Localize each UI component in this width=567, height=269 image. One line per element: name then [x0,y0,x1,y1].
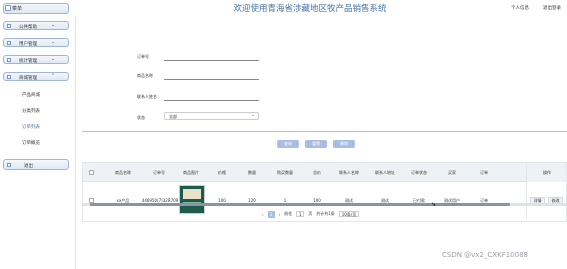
sidebar-item-category-list[interactable]: 分类列表 [22,108,40,114]
search-button[interactable]: 查询 [277,140,299,148]
divider [82,131,567,132]
operations-column: 操作 详情 修改 [526,163,566,219]
sidebar: 公共帮助 ⌄ 用户管理 ⌄ 统计管理 ⌄ 商城管理 ⌃ 产品商城 分类列表 订单… [0,17,76,269]
sidebar-group-label: 公共帮助 [19,24,37,30]
sidebar-logout-label: 退出 [24,163,33,169]
table-header: 商品名称 订单号 商品图片 价格 数量 购买数量 总价 联系人名称 联系人地址 … [83,163,566,182]
logout-icon [7,163,11,167]
status-label: 状态 [137,115,145,120]
logout-link[interactable]: 退出登录 [543,5,561,11]
sidebar-group-label: 商城管理 [19,75,37,81]
sidebar-logout-button[interactable]: 退出 [3,159,69,170]
watermark: CSDN @vx2_CXKF10088 [442,251,528,259]
column-header: 商品名称 [115,170,131,175]
top-links: 个人信息 退出登录 [511,5,561,11]
sidebar-group-help[interactable]: 公共帮助 ⌄ [3,21,69,30]
operations-header: 操作 [527,163,566,182]
scrollbar-thumb[interactable] [90,203,510,206]
product-image [179,185,205,214]
sidebar-group-mall[interactable]: 商城管理 ⌃ [3,72,69,81]
chevron-down-icon: ⌄ [51,22,56,28]
order-no-input[interactable] [164,55,259,61]
chevron-down-icon: ⌄ [51,39,56,45]
sidebar-group-users[interactable]: 用户管理 ⌄ [3,38,69,47]
total-count: 共计共1条 [316,211,335,216]
goto-page-input[interactable]: 1 [296,211,305,217]
order-no-label: 订单号 [137,54,149,59]
page-suffix: 页 [308,211,313,216]
top-bar: 菜单 欢迎使用青海省涉藏地区牧产品销售系统 个人信息 退出登录 [0,0,567,17]
sidebar-item-order-overview[interactable]: 订单概览 [22,140,40,146]
chevron-down-icon: ⌄ [251,113,255,118]
column-header: 价格 [218,170,226,175]
reset-button[interactable]: 重置 [305,140,327,148]
chevron-down-icon: ⌄ [51,56,56,62]
action-buttons: 查询 重置 删除 [277,140,355,148]
status-select[interactable]: 全部 ⌄ [164,112,259,120]
product-name-input[interactable] [164,74,259,80]
sidebar-item-product-mall[interactable]: 产品商城 [22,92,40,98]
sidebar-group-icon [7,24,11,28]
column-header: 买家 [448,170,456,175]
goto-prefix: 前往 [284,211,293,216]
profile-link[interactable]: 个人信息 [511,5,529,11]
next-page-icon[interactable]: › [279,212,281,217]
column-header: 订单状态 [411,170,427,175]
sidebar-item-order-list[interactable]: 订单列表 [22,124,40,130]
menu-label: 菜单 [12,6,23,12]
contact-name-label: 联系人姓名 [137,94,157,99]
pagination: ‹ 1 › 前往 1 页 共计共1条 10条/页 [262,210,360,218]
column-header: 联系人名称 [339,170,359,175]
sidebar-group-icon [7,41,11,45]
sidebar-group-label: 用户管理 [19,41,37,47]
sidebar-group-icon [7,75,11,79]
column-header: 商品图片 [183,170,199,175]
prev-page-icon[interactable]: ‹ [262,212,264,217]
mouse-cursor-icon: ➘ [431,201,437,208]
select-all-checkbox[interactable] [89,170,94,175]
product-image-label [183,189,201,199]
column-header: 数量 [248,170,256,175]
product-name-label: 商品名称 [137,73,153,78]
column-header: 联系人地址 [375,170,395,175]
status-select-value: 全部 [169,114,177,119]
column-header: 购买数量 [277,170,293,175]
app-title: 欢迎使用青海省涉藏地区牧产品销售系统 [233,4,387,14]
sidebar-group-label: 统计管理 [19,58,37,64]
main-content: 订单号 商品名称 联系人姓名 状态 全部 ⌄ 查询 重置 删除 商品名称 订单号… [77,17,567,269]
contact-name-input[interactable] [164,95,259,101]
page-number-current[interactable]: 1 [267,210,275,218]
menu-icon [5,5,11,11]
sidebar-group-stats[interactable]: 统计管理 ⌄ [3,55,69,64]
column-header: 订单号 [153,170,165,175]
delete-button[interactable]: 删除 [333,140,355,148]
sidebar-group-icon [7,58,11,62]
table-horizontal-scrollbar[interactable] [82,203,567,206]
chevron-up-icon: ⌃ [51,73,56,79]
column-header: 订单 [480,170,488,175]
menu-toggle[interactable]: 菜单 [0,0,76,17]
column-header: 总价 [313,170,321,175]
page-size-select[interactable]: 10条/页 [338,211,360,217]
